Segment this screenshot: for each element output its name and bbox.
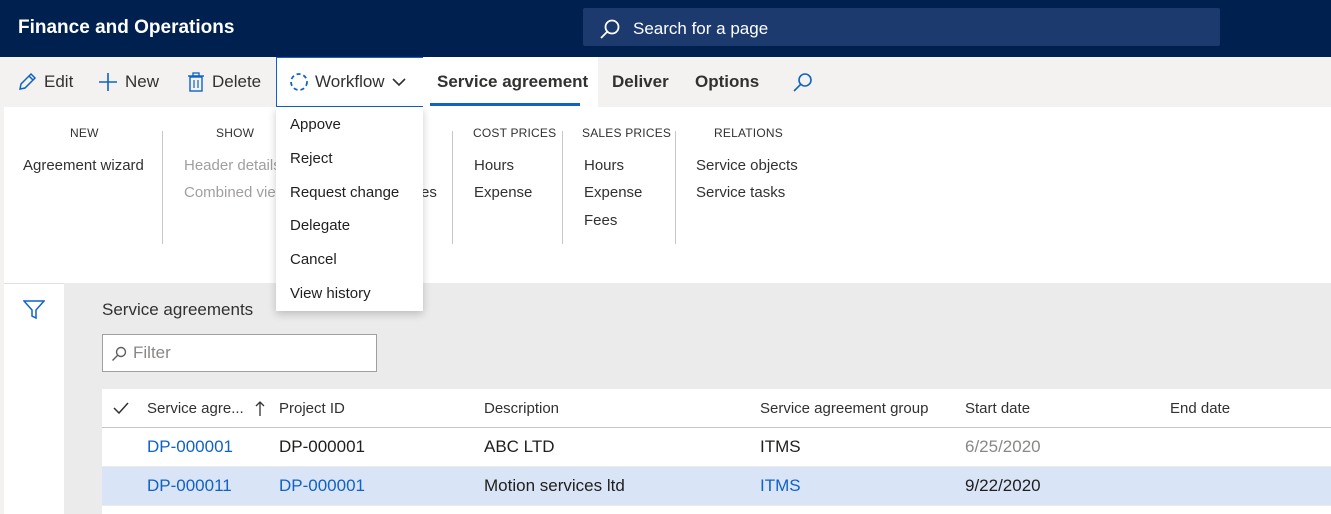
ribbon-partial-label[interactable]: es (421, 184, 437, 201)
menu-item-request-change[interactable]: Request change (290, 184, 399, 201)
search-box[interactable]: Search for a page (583, 8, 1220, 46)
sales-expense-button[interactable]: Expense (584, 184, 642, 201)
cell-group: ITMS (760, 437, 801, 456)
group-show-title: SHOW (216, 126, 255, 140)
delete-label: Delete (212, 72, 262, 91)
cell-start-date: 6/25/2020 (965, 437, 1041, 456)
grid-title: Service agreements (102, 300, 254, 319)
group-divider (452, 131, 453, 244)
new-label: New (125, 72, 160, 91)
filter-input[interactable] (133, 343, 368, 363)
column-header-start-date[interactable]: Start date (965, 400, 1030, 417)
workflow-dropdown-menu: Appove Reject Request change Delegate Ca… (276, 107, 423, 311)
search-icon (112, 346, 127, 361)
column-header-description[interactable]: Description (484, 400, 559, 417)
trash-icon (188, 72, 204, 92)
search-icon (600, 19, 620, 39)
search-placeholder: Search for a page (633, 19, 769, 38)
cost-expense-button[interactable]: Expense (474, 184, 532, 201)
cell-service-agreement[interactable]: DP-000011 (147, 476, 232, 496)
sort-ascending-icon[interactable] (255, 401, 265, 417)
grid-header: Service agre... Project ID Description S… (102, 389, 1331, 428)
delete-button[interactable]: Delete (187, 57, 261, 107)
cell-service-agreement[interactable]: DP-000001 (147, 437, 233, 457)
menu-item-view-history[interactable]: View history (290, 285, 371, 302)
column-header-group[interactable]: Service agreement group (760, 400, 928, 417)
plus-icon (99, 73, 117, 91)
new-button[interactable]: New (98, 57, 159, 107)
search-icon (793, 73, 812, 92)
top-bar: Finance and Operations Search for a page (0, 0, 1331, 57)
menu-item-cancel[interactable]: Cancel (290, 251, 337, 268)
chevron-down-icon (392, 78, 406, 87)
combined-view-button[interactable]: Combined view (184, 184, 287, 201)
workflow-button[interactable]: Workflow (276, 57, 424, 107)
action-bar: Edit New Delete Workflow Service agreeme… (0, 57, 1331, 107)
cell-description: Motion services ltd (484, 476, 625, 495)
active-tab-indicator (430, 103, 580, 106)
action-search-button[interactable] (792, 57, 821, 107)
tab-options[interactable]: Options (695, 57, 759, 107)
workflow-label: Workflow (315, 72, 385, 91)
filter-pane-strip (4, 283, 64, 514)
cell-start-date: 9/22/2020 (965, 476, 1041, 495)
group-relations-title: RELATIONS (714, 126, 783, 140)
agreement-wizard-button[interactable]: Agreement wizard (23, 157, 144, 174)
funnel-icon[interactable] (23, 300, 45, 320)
cell-group[interactable]: ITMS (760, 476, 801, 496)
tab-service-agreement[interactable]: Service agreement (437, 57, 588, 107)
menu-item-delegate[interactable]: Delegate (290, 217, 350, 234)
service-objects-button[interactable]: Service objects (696, 157, 798, 174)
group-sales-prices-title: SALES PRICES (582, 126, 672, 140)
group-divider (675, 131, 676, 244)
group-divider (162, 131, 163, 244)
tab-deliver[interactable]: Deliver (612, 57, 669, 107)
service-tasks-button[interactable]: Service tasks (696, 184, 785, 201)
sales-fees-button[interactable]: Fees (584, 212, 617, 229)
header-details-button[interactable]: Header details (184, 157, 281, 174)
cost-hours-button[interactable]: Hours (474, 157, 514, 174)
edit-label: Edit (44, 72, 74, 91)
cell-description: ABC LTD (484, 437, 555, 456)
column-header-end-date[interactable]: End date (1170, 400, 1230, 417)
workflow-icon (290, 73, 308, 91)
column-header-project-id[interactable]: Project ID (279, 400, 345, 417)
group-new-title: NEW (70, 126, 99, 140)
service-agreements-grid: Service agre... Project ID Description S… (102, 389, 1331, 514)
app-title[interactable]: Finance and Operations (18, 17, 234, 39)
column-header-service-agreement[interactable]: Service agre... (147, 400, 244, 417)
edit-button[interactable]: Edit (17, 57, 73, 107)
select-all-check-icon[interactable] (113, 402, 129, 414)
menu-item-approve[interactable]: Appove (290, 116, 341, 133)
grid-filter[interactable] (102, 334, 377, 372)
menu-item-reject[interactable]: Reject (290, 150, 333, 167)
cell-project-id: DP-000001 (279, 437, 366, 456)
group-divider (562, 131, 563, 244)
ribbon: NEW Agreement wizard SHOW Header details… (4, 107, 1331, 283)
pencil-icon (19, 72, 37, 90)
cell-project-id[interactable]: DP-000001 (279, 476, 365, 496)
table-row-selected[interactable]: DP-000011 DP-000001 Motion services ltd … (102, 467, 1331, 506)
table-row[interactable]: DP-000001 DP-000001 ABC LTD ITMS 6/25/20… (102, 428, 1331, 467)
sales-hours-button[interactable]: Hours (584, 157, 624, 174)
group-cost-prices-title: COST PRICES (473, 126, 557, 140)
